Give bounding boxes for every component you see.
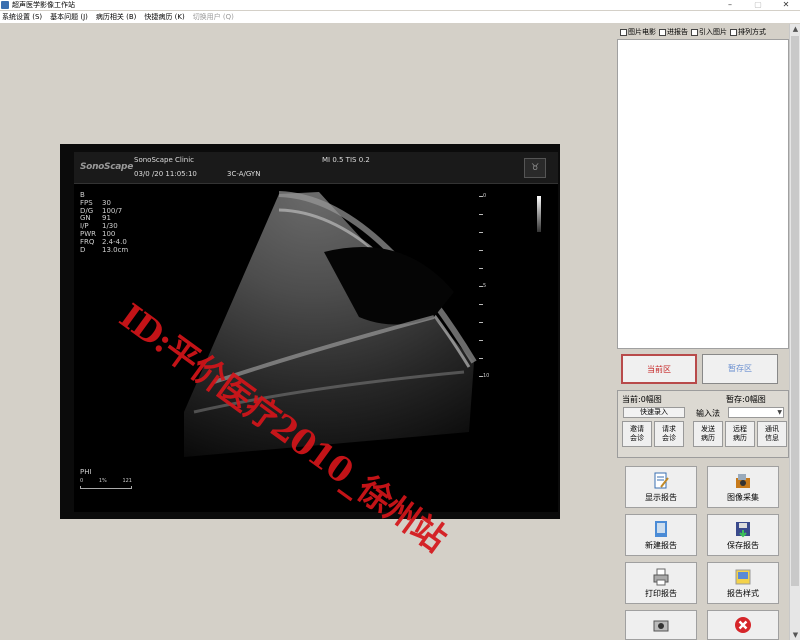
phi-label: PHI — [80, 468, 92, 476]
scroll-up-icon[interactable]: ▲ — [790, 24, 800, 34]
new-report-icon — [655, 521, 667, 537]
right-panel: 图片电影 进报告 引入图片 排列方式 当前区 暂存区 当前:0幅图 暂存:0幅图… — [614, 24, 800, 640]
window-title: 超声医学影像工作站 — [12, 1, 75, 9]
camera-button[interactable] — [625, 610, 697, 640]
scroll-down-icon[interactable]: ▼ — [790, 630, 800, 640]
checkbox-image-movie[interactable]: 图片电影 — [620, 27, 656, 37]
report-style-button[interactable]: 报告样式 — [707, 562, 779, 604]
depth-scale: 0 5 10 — [479, 193, 499, 396]
show-report-button[interactable]: 显示报告 — [625, 466, 697, 508]
app-icon — [1, 1, 9, 9]
quick-entry-button[interactable]: 快速录入 — [623, 407, 685, 418]
current-area-button[interactable]: 当前区 — [621, 354, 697, 384]
image-capture-button[interactable]: 图像采集 — [707, 466, 779, 508]
maximize-button[interactable]: ▢ — [744, 0, 772, 10]
menu-case-related[interactable]: 病历相关 (B) — [96, 12, 137, 22]
minimize-button[interactable]: – — [716, 0, 744, 10]
communication-info-button[interactable]: 通讯 信息 — [757, 421, 787, 447]
checkbox-arrangement[interactable]: 排列方式 — [730, 27, 766, 37]
exit-button[interactable] — [707, 610, 779, 640]
invite-consult-button[interactable]: 邀请 会诊 — [622, 421, 652, 447]
depth-label-10: 10 — [483, 373, 490, 379]
ime-label: 输入法 — [696, 409, 720, 418]
image-capture-icon — [736, 474, 750, 488]
scan-parameters: B FPS 30 D/G 100/7 GN 91 I/P 1/30 PWR 100 FRQ… — [80, 191, 129, 254]
menu-basic-issues[interactable]: 基本问题 (J) — [50, 12, 88, 22]
menu-system-settings[interactable]: 系统设置 (S) — [2, 12, 42, 22]
menu-bar: 系统设置 (S) 基本问题 (J) 病历相关 (B) 快捷病历 (K) 切换用户… — [0, 11, 800, 23]
ultrasound-image: SonoScape SonoScape Clinic 03/0 /20 11:0… — [74, 152, 558, 512]
checkbox-import-image[interactable]: 引入图片 — [691, 27, 727, 37]
save-report-button[interactable]: 保存报告 — [707, 514, 779, 556]
ultrasound-viewer[interactable]: SonoScape SonoScape Clinic 03/0 /20 11:0… — [60, 144, 560, 519]
menu-quick-case[interactable]: 快捷病历 (K) — [144, 12, 184, 22]
image-options-bar: 图片电影 进报告 引入图片 排列方式 — [620, 26, 796, 38]
current-count: 当前:0幅图 — [622, 395, 662, 404]
save-report-icon — [736, 522, 750, 538]
close-icon — [735, 617, 751, 633]
chevron-down-icon: ▼ — [777, 409, 782, 416]
send-case-button[interactable]: 发送 病历 — [693, 421, 723, 447]
close-window-button[interactable]: ✕ — [772, 0, 800, 10]
depth-label-0: 0 — [483, 193, 487, 199]
remote-case-button[interactable]: 远程 病历 — [725, 421, 755, 447]
ime-select[interactable]: ▼ — [728, 407, 784, 418]
temp-area-button[interactable]: 暂存区 — [702, 354, 778, 384]
request-consult-button[interactable]: 请求 会诊 — [654, 421, 684, 447]
vertical-scrollbar[interactable]: ▲ ▼ — [789, 24, 800, 640]
thumbnail-list[interactable] — [617, 39, 789, 349]
checkbox-into-report[interactable]: 进报告 — [659, 27, 688, 37]
info-box: 当前:0幅图 暂存:0幅图 快速录入 输入法 ▼ 邀请 会诊 请求 会诊 发送 病历 … — [617, 390, 789, 458]
report-style-icon — [735, 569, 751, 585]
camera-icon — [653, 620, 669, 632]
printer-icon — [653, 568, 669, 586]
scrollbar-thumb[interactable] — [791, 36, 799, 586]
menu-switch-user[interactable]: 切换用户 (Q) — [193, 12, 234, 22]
temp-count: 暂存:0幅图 — [726, 395, 766, 404]
depth-label-5: 5 — [483, 283, 487, 289]
title-bar: 超声医学影像工作站 – ▢ ✕ — [0, 0, 800, 10]
phi-scale: 0 1% 121 — [80, 478, 132, 492]
report-edit-icon — [654, 472, 669, 489]
print-report-button[interactable]: 打印报告 — [625, 562, 697, 604]
new-report-button[interactable]: 新建报告 — [625, 514, 697, 556]
grayscale-bar — [537, 196, 541, 232]
